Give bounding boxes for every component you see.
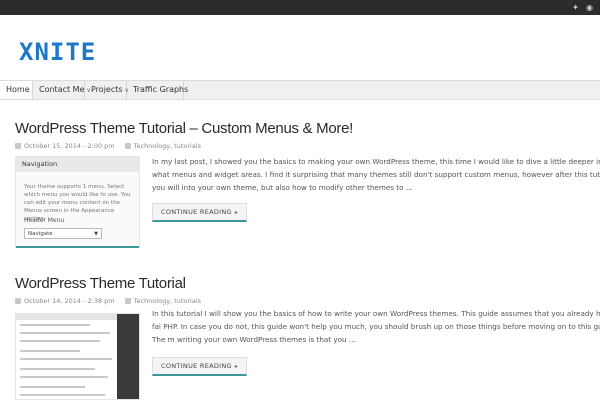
thumb-line: [20, 324, 90, 326]
post-excerpt: In this tutorial I will show you the bas…: [152, 309, 600, 344]
clock-icon: [15, 143, 21, 149]
clock-icon: [15, 298, 21, 304]
thumb-line: [20, 332, 110, 334]
post-title[interactable]: WordPress Theme Tutorial: [15, 275, 186, 293]
twitter-icon[interactable]: ✦: [571, 3, 580, 12]
arrow-right-icon: ▸: [234, 363, 239, 370]
post-thumbnail[interactable]: Navigation Your theme supports 1 menu. S…: [15, 156, 140, 248]
accent-bar: [16, 246, 139, 248]
thumb-line: [20, 376, 108, 378]
thumb-line: [20, 394, 105, 396]
continue-reading-button[interactable]: CONTINUE READING ▸: [152, 203, 248, 222]
nav-item-home[interactable]: Home: [0, 81, 33, 99]
folder-icon: [124, 298, 131, 304]
main-nav: Home Contact Me ∨ Projects ∨ Traffic Graph…: [0, 80, 600, 100]
continue-reading-button[interactable]: CONTINUE READING ▸: [152, 357, 248, 376]
folder-icon: [124, 143, 131, 149]
thumb-line: [20, 368, 95, 370]
thumb-sidebar: [117, 314, 139, 399]
thumb-line: [20, 386, 85, 388]
thumb-select-value: Navigate: [28, 231, 53, 237]
site-logo[interactable]: XNITE: [19, 40, 96, 64]
nav-item-projects[interactable]: Projects ∨: [85, 81, 129, 99]
top-bar: ✦ ◉: [0, 0, 600, 15]
thumb-line: [20, 350, 80, 352]
thumb-header: [16, 314, 119, 320]
post-date: October 15, 2014 - 2:00 pm: [24, 142, 115, 150]
button-label: CONTINUE READING: [161, 208, 232, 216]
nav-item-traffic-graphs[interactable]: Traffic Graphs: [127, 81, 188, 99]
post-thumbnail[interactable]: [15, 313, 140, 400]
post-categories[interactable]: Technology, tutorials: [134, 142, 201, 150]
nav-item-label: Home: [6, 85, 30, 94]
post-categories[interactable]: Technology, tutorials: [134, 297, 201, 305]
nav-item-label: Contact Me: [39, 85, 85, 94]
nav-item-label: Projects: [91, 85, 123, 94]
thumb-heading: Navigation: [16, 157, 139, 172]
reddit-icon[interactable]: ◉: [585, 3, 594, 12]
arrow-right-icon: ▸: [234, 209, 239, 216]
thumb-menu-label: Header Menu: [24, 217, 65, 224]
post-meta: October 14, 2014 - 2:38 pm Technology, tu…: [15, 296, 201, 306]
post-title[interactable]: WordPress Theme Tutorial – Custom Menus …: [15, 120, 353, 138]
post-date: October 14, 2014 - 2:38 pm: [24, 297, 115, 305]
thumb-line: [20, 358, 112, 360]
triangle-down-icon: ▼: [94, 231, 98, 237]
thumb-select: Navigate ▼: [24, 228, 102, 239]
button-label: CONTINUE READING: [161, 362, 232, 370]
nav-item-label: Traffic Graphs: [133, 85, 189, 94]
post-excerpt: In my last post, I showed you the basics…: [152, 157, 600, 192]
thumb-line: [20, 340, 100, 342]
post-meta: October 15, 2014 - 2:00 pm Technology, tu…: [15, 141, 201, 151]
nav-item-contact-me[interactable]: Contact Me ∨: [33, 81, 91, 99]
